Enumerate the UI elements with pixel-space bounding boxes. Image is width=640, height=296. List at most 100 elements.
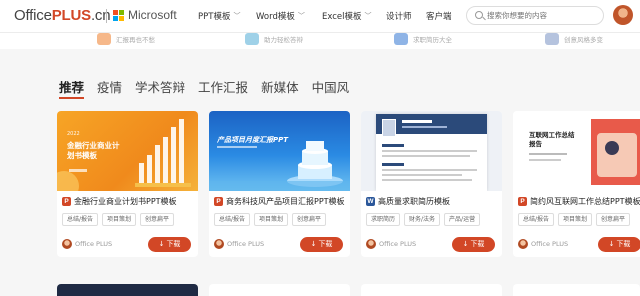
resume-line	[382, 163, 404, 166]
download-button[interactable]: ↓ 下载	[300, 237, 343, 252]
thumb-decoration	[57, 171, 79, 191]
microsoft-label: Microsoft	[128, 8, 177, 22]
template-title-text: 高质量求职简历模板	[378, 197, 450, 206]
tab-recommended[interactable]: 推荐	[59, 77, 85, 99]
template-card-partial[interactable]	[57, 284, 198, 296]
download-button[interactable]: ↓ 下载	[148, 237, 191, 252]
author-avatar	[518, 239, 528, 249]
ppt-icon: P	[214, 197, 223, 206]
tag[interactable]: 财务/法务	[404, 213, 441, 226]
download-button[interactable]: ↓ 下载	[598, 237, 640, 252]
download-label: 下载	[470, 240, 485, 248]
template-thumbnail[interactable]: 互联网工作总结报告	[513, 111, 640, 191]
tag[interactable]: 项目策划	[254, 213, 289, 226]
nav-ppt-templates[interactable]: PPT模板 ﹀	[198, 10, 240, 22]
template-thumbnail[interactable]: 2022 金融行业商业计划书模板	[57, 111, 198, 191]
word-icon: W	[366, 197, 375, 206]
template-title-text: 简约风互联网工作总结PPT模板	[530, 197, 640, 206]
tag[interactable]: 创意扁平	[140, 213, 175, 226]
template-card-partial[interactable]	[209, 284, 350, 296]
tab-epidemic[interactable]: 疫情	[97, 77, 122, 96]
download-label: 下载	[166, 240, 181, 248]
resume-line	[382, 169, 477, 171]
category-tabs: 推荐 疫情 学术答辩 工作汇报 新媒体 中国风	[59, 77, 350, 99]
nav-designer[interactable]: 设计师	[386, 10, 412, 22]
download-icon: ↓	[608, 240, 615, 248]
template-card[interactable]: 互联网工作总结报告 P 简约风互联网工作总结PPT模板 总结/报告 项目策划 创意…	[513, 111, 640, 257]
thumb-illustration	[597, 133, 637, 177]
template-title-text: 金融行业商业计划书PPT模板	[74, 197, 177, 206]
nav-label: Excel模板	[322, 12, 362, 22]
strip-label: 助力轻松答辩	[264, 36, 303, 44]
graduate-icon	[245, 33, 259, 45]
tab-academic-defense[interactable]: 学术答辩	[135, 77, 185, 96]
tag[interactable]: 创意扁平	[292, 213, 327, 226]
author-info: Office PLUS	[366, 239, 416, 249]
download-button[interactable]: ↓ 下载	[452, 237, 495, 252]
resume-line	[382, 144, 404, 147]
template-title[interactable]: W 高质量求职简历模板	[366, 196, 500, 207]
thumb-year: 2022	[67, 131, 80, 137]
tab-new-media[interactable]: 新媒体	[261, 77, 299, 96]
nav-label: Word模板	[256, 12, 295, 22]
template-title[interactable]: P 商务科技风产品项目汇报PPT模板	[214, 196, 348, 207]
officeplus-logo[interactable]: OfficePLUS.cn	[14, 7, 111, 24]
tab-chinese-style[interactable]: 中国风	[312, 77, 350, 96]
chevron-down-icon: ﹀	[297, 12, 305, 20]
resume-line	[382, 155, 470, 157]
report-icon	[97, 33, 111, 45]
template-title-text: 商务科技风产品项目汇报PPT模板	[226, 197, 345, 206]
author-name: Office PLUS	[227, 240, 265, 248]
tag[interactable]: 总结/报告	[518, 213, 555, 226]
creative-icon	[545, 33, 559, 45]
microsoft-icon	[113, 10, 124, 21]
thumb-decoration	[209, 181, 350, 191]
tag[interactable]: 创意扁平	[596, 213, 631, 226]
template-card-partial[interactable]	[513, 284, 640, 296]
template-title[interactable]: P 简约风互联网工作总结PPT模板	[518, 196, 640, 207]
author-avatar	[62, 239, 72, 249]
tag-list: 总结/报告 项目策划 创意扁平	[62, 213, 175, 226]
search-box[interactable]	[466, 6, 604, 25]
author-info: Office PLUS	[214, 239, 264, 249]
tag[interactable]: 求职简历	[366, 213, 401, 226]
strip-item-defense[interactable]: 助力轻松答辩	[245, 33, 303, 45]
author-info: Office PLUS	[518, 239, 568, 249]
strip-item-creative[interactable]: 创意风格多变	[545, 33, 603, 45]
template-title[interactable]: P 金融行业商业计划书PPT模板	[62, 196, 196, 207]
resume-icon	[394, 33, 408, 45]
bar-graphic-icon	[135, 119, 191, 187]
download-icon: ↓	[158, 240, 165, 248]
download-label: 下载	[318, 240, 333, 248]
tag[interactable]: 总结/报告	[214, 213, 251, 226]
chevron-down-icon: ﹀	[233, 12, 241, 20]
thumb-illustration	[605, 141, 619, 155]
author-name: Office PLUS	[75, 240, 113, 248]
template-card[interactable]: 产品项目月度汇报PPT P 商务科技风产品项目汇报PPT模板 总结/报告 项目策划…	[209, 111, 350, 257]
tag[interactable]: 项目策划	[558, 213, 593, 226]
top-header: OfficePLUS.cn Microsoft PPT模板 ﹀ Word模板 ﹀ E…	[0, 0, 640, 33]
template-card-partial[interactable]	[361, 284, 502, 296]
tab-work-report[interactable]: 工作汇报	[198, 77, 248, 96]
chevron-down-icon: ﹀	[364, 12, 372, 20]
author-info: Office PLUS	[62, 239, 112, 249]
nav-excel-templates[interactable]: Excel模板 ﹀	[322, 10, 372, 22]
tag[interactable]: 总结/报告	[62, 213, 99, 226]
strip-item-resume[interactable]: 求职简历大全	[394, 33, 452, 45]
tag-list: 总结/报告 项目策划 创意扁平	[214, 213, 327, 226]
user-avatar[interactable]	[613, 5, 633, 25]
template-thumbnail[interactable]	[361, 111, 502, 191]
logo-plus: PLUS	[51, 7, 91, 24]
nav-word-templates[interactable]: Word模板 ﹀	[256, 10, 305, 22]
tag[interactable]: 产品/运营	[444, 213, 481, 226]
tag[interactable]: 项目策划	[102, 213, 137, 226]
logo-divider	[106, 9, 107, 23]
template-thumbnail[interactable]: 产品项目月度汇报PPT	[209, 111, 350, 191]
nav-client[interactable]: 客户端	[426, 10, 452, 22]
search-icon[interactable]	[475, 11, 483, 19]
author-avatar	[214, 239, 224, 249]
search-input[interactable]	[487, 9, 599, 22]
template-card[interactable]: W 高质量求职简历模板 求职简历 财务/法务 产品/运营 Office PLUS …	[361, 111, 502, 257]
template-card[interactable]: 2022 金融行业商业计划书模板 P 金融行业商业计划书PPT模板 总结/报告 项…	[57, 111, 198, 257]
strip-item-report[interactable]: 汇报再也不愁	[97, 33, 155, 45]
